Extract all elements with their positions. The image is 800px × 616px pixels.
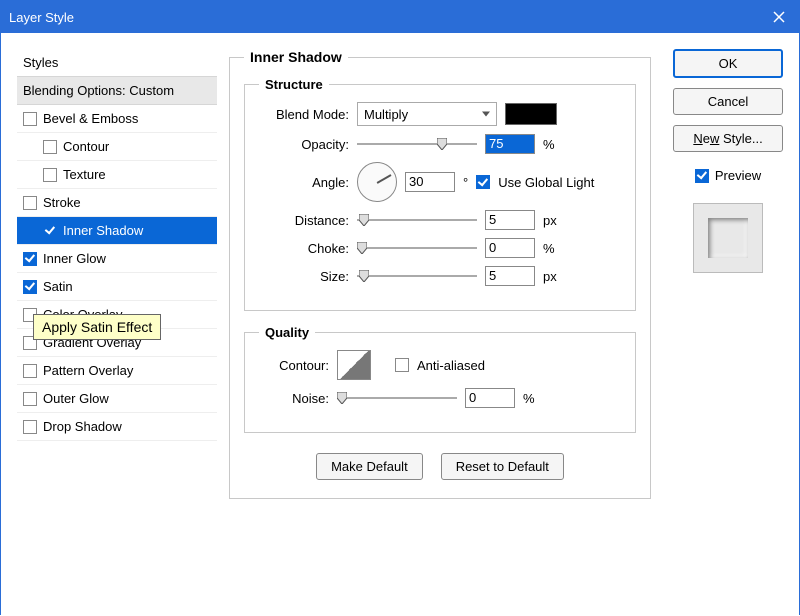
make-default-button[interactable]: Make Default — [316, 453, 423, 480]
style-checkbox[interactable] — [43, 224, 57, 238]
style-label: Inner Glow — [43, 251, 106, 266]
blend-mode-label: Blend Mode: — [259, 107, 349, 122]
new-style-button[interactable]: New Style... — [673, 125, 783, 152]
angle-unit: ° — [463, 175, 468, 190]
anti-aliased-checkbox[interactable] — [395, 358, 409, 372]
size-slider[interactable] — [357, 270, 477, 282]
close-icon — [773, 11, 785, 23]
window-title: Layer Style — [9, 10, 759, 25]
style-label: Pattern Overlay — [43, 363, 133, 378]
style-item-contour[interactable]: Contour — [17, 133, 217, 161]
opacity-slider[interactable] — [357, 138, 477, 150]
choke-label: Choke: — [259, 241, 349, 256]
style-label: Texture — [63, 167, 106, 182]
style-item-texture[interactable]: Texture — [17, 161, 217, 189]
style-item-inner-shadow[interactable]: Inner Shadow — [17, 217, 217, 245]
contour-label: Contour: — [259, 358, 329, 373]
distance-slider[interactable] — [357, 214, 477, 226]
titlebar: Layer Style — [1, 1, 799, 33]
style-checkbox[interactable] — [23, 392, 37, 406]
preview-checkbox[interactable] — [695, 169, 709, 183]
structure-group: Structure Blend Mode: Multiply Opacity: … — [244, 77, 636, 311]
style-label: Stroke — [43, 195, 81, 210]
quality-legend: Quality — [259, 325, 315, 340]
choke-unit: % — [543, 241, 565, 256]
size-input[interactable]: 5 — [485, 266, 535, 286]
angle-label: Angle: — [259, 175, 349, 190]
noise-unit: % — [523, 391, 545, 406]
quality-group: Quality Contour: Anti-aliased Noise: 0 % — [244, 325, 636, 433]
style-item-outer-glow[interactable]: Outer Glow — [17, 385, 217, 413]
layer-style-dialog: Layer Style Styles Blending Options: Cus… — [0, 0, 800, 615]
opacity-input[interactable]: 75 — [485, 134, 535, 154]
blending-options-row[interactable]: Blending Options: Custom — [17, 77, 217, 105]
opacity-label: Opacity: — [259, 137, 349, 152]
style-label: Outer Glow — [43, 391, 109, 406]
style-item-stroke[interactable]: Stroke — [17, 189, 217, 217]
settings-panel: Inner Shadow Structure Blend Mode: Multi… — [229, 49, 661, 600]
style-checkbox[interactable] — [23, 420, 37, 434]
panel-title: Inner Shadow — [244, 49, 348, 65]
chevron-down-icon — [482, 112, 490, 117]
distance-unit: px — [543, 213, 565, 228]
size-unit: px — [543, 269, 565, 284]
blend-mode-select[interactable]: Multiply — [357, 102, 497, 126]
style-label: Drop Shadow — [43, 419, 122, 434]
style-checkbox[interactable] — [43, 140, 57, 154]
style-item-inner-glow[interactable]: Inner Glow — [17, 245, 217, 273]
style-checkbox[interactable] — [23, 364, 37, 378]
style-label: Satin — [43, 279, 73, 294]
contour-picker[interactable] — [337, 350, 371, 380]
cancel-button[interactable]: Cancel — [673, 88, 783, 115]
dialog-right-column: OK Cancel New Style... Preview — [673, 49, 783, 600]
global-light-label: Use Global Light — [498, 175, 594, 190]
styles-header[interactable]: Styles — [17, 49, 217, 77]
satin-tooltip: Apply Satin Effect — [33, 314, 161, 340]
noise-slider[interactable] — [337, 392, 457, 404]
ok-button[interactable]: OK — [673, 49, 783, 78]
choke-slider[interactable] — [357, 242, 477, 254]
close-button[interactable] — [759, 1, 799, 33]
inner-shadow-group: Inner Shadow Structure Blend Mode: Multi… — [229, 49, 651, 499]
angle-input[interactable]: 30 — [405, 172, 455, 192]
anti-aliased-label: Anti-aliased — [417, 358, 485, 373]
distance-input[interactable]: 5 — [485, 210, 535, 230]
style-checkbox[interactable] — [23, 252, 37, 266]
preview-label: Preview — [715, 168, 761, 183]
opacity-unit: % — [543, 137, 565, 152]
style-item-satin[interactable]: Satin — [17, 273, 217, 301]
style-label: Bevel & Emboss — [43, 111, 138, 126]
style-checkbox[interactable] — [23, 196, 37, 210]
style-checkbox[interactable] — [23, 112, 37, 126]
size-label: Size: — [259, 269, 349, 284]
style-item-drop-shadow[interactable]: Drop Shadow — [17, 413, 217, 441]
noise-label: Noise: — [259, 391, 329, 406]
preview-swatch — [693, 203, 763, 273]
structure-legend: Structure — [259, 77, 329, 92]
distance-label: Distance: — [259, 213, 349, 228]
style-checkbox[interactable] — [43, 168, 57, 182]
angle-dial[interactable] — [357, 162, 397, 202]
color-swatch[interactable] — [505, 103, 557, 125]
style-label: Inner Shadow — [63, 223, 143, 238]
style-label: Contour — [63, 139, 109, 154]
style-item-bevel-emboss[interactable]: Bevel & Emboss — [17, 105, 217, 133]
global-light-checkbox[interactable] — [476, 175, 490, 189]
style-item-pattern-overlay[interactable]: Pattern Overlay — [17, 357, 217, 385]
noise-input[interactable]: 0 — [465, 388, 515, 408]
style-checkbox[interactable] — [23, 280, 37, 294]
choke-input[interactable]: 0 — [485, 238, 535, 258]
reset-default-button[interactable]: Reset to Default — [441, 453, 564, 480]
